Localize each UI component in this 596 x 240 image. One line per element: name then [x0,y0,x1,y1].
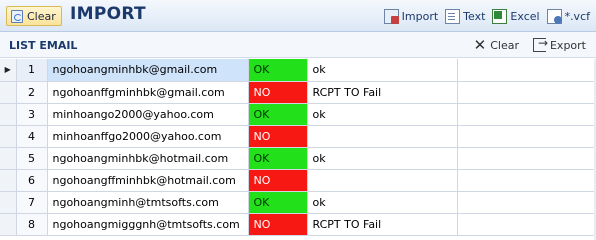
empty-cell [457,125,596,148]
email-cell[interactable]: minhoanffgo2000@yahoo.com [47,125,249,148]
excel-button[interactable]: Excel [492,6,540,26]
top-toolbar: Clear IMPORT Import Text Excel *.vcf [0,0,596,32]
status-cell: OK [248,103,308,126]
import-icon [383,8,399,24]
import-button[interactable]: Import [383,6,439,26]
empty-cell [457,81,596,104]
list-clear-button[interactable]: ✕ Clear [474,37,519,53]
email-cell[interactable]: minhoango2000@yahoo.com [47,103,249,126]
message-cell: ok [307,59,458,82]
vcf-button[interactable]: *.vcf [546,6,590,26]
email-cell[interactable]: ngohoanffgminhbk@gmail.com [47,81,249,104]
table-row[interactable]: ▶ 1 ngohoangminhbk@gmail.com OK ok [0,59,596,82]
table-row[interactable]: 6 ngohoangffminhbk@hotmail.com NO [0,169,596,192]
table-row[interactable]: 5 ngohoangminhbk@hotmail.com OK ok [0,147,596,170]
list-clear-label: Clear [490,38,519,52]
list-header: LIST EMAIL ✕ Clear Export [0,32,596,58]
email-cell[interactable]: ngohoangminhbk@hotmail.com [47,147,249,170]
vcf-label: *.vcf [564,9,590,23]
row-number: 5 [16,147,48,170]
row-indicator[interactable] [0,169,17,192]
row-number: 8 [16,213,48,236]
status-cell: OK [248,191,308,214]
clear-button[interactable]: Clear [6,6,62,26]
row-indicator[interactable] [0,81,17,104]
message-cell: RCPT TO Fail [307,81,458,104]
vcf-icon [546,8,562,24]
text-label: Text [463,9,486,23]
text-file-icon [445,8,461,24]
status-cell: NO [248,125,308,148]
close-icon: ✕ [473,35,487,54]
status-cell: OK [248,147,308,170]
table-row[interactable]: 8 ngohoangmigggnh@tmtsofts.com NO RCPT TO F… [0,213,596,236]
row-indicator[interactable] [0,213,17,236]
row-indicator[interactable] [0,125,17,148]
page-title: IMPORT [70,4,146,24]
status-cell: OK [248,59,308,82]
table-row[interactable]: 4 minhoanffgo2000@yahoo.com NO [0,125,596,148]
excel-icon [492,8,508,24]
empty-cell [457,103,596,126]
email-grid: ▶ 1 ngohoangminhbk@gmail.com OK ok 2 ngohoanff… [0,59,596,236]
message-cell: RCPT TO Fail [307,213,458,236]
empty-cell [457,213,596,236]
excel-label: Excel [510,9,540,23]
message-cell: ok [307,147,458,170]
export-icon [532,36,548,52]
status-cell: NO [248,81,308,104]
row-number: 1 [16,59,48,82]
import-actions: Import Text Excel *.vcf [383,6,590,26]
row-number: 3 [16,103,48,126]
email-cell[interactable]: ngohoangffminhbk@hotmail.com [47,169,249,192]
row-indicator[interactable]: ▶ [0,59,17,82]
import-label: Import [401,9,439,23]
clear-icon [11,9,23,23]
row-number: 7 [16,191,48,214]
row-indicator[interactable] [0,191,17,214]
message-cell: ok [307,191,458,214]
message-cell: ok [307,103,458,126]
status-cell: NO [248,213,308,236]
row-indicator[interactable] [0,103,17,126]
row-indicator[interactable] [0,147,17,170]
email-cell[interactable]: ngohoangmigggnh@tmtsofts.com [47,213,249,236]
status-cell: NO [248,169,308,192]
export-button[interactable]: Export [532,36,586,53]
message-cell [307,169,458,192]
empty-cell [457,59,596,82]
row-number: 2 [16,81,48,104]
table-row[interactable]: 2 ngohoanffgminhbk@gmail.com NO RCPT TO Fai… [0,81,596,104]
table-row[interactable]: 7 ngohoangminh@tmtsofts.com OK ok [0,191,596,214]
empty-cell [457,169,596,192]
row-number: 6 [16,169,48,192]
clear-button-label: Clear [27,9,56,23]
email-cell[interactable]: ngohoangminhbk@gmail.com [47,59,249,82]
row-number: 4 [16,125,48,148]
text-button[interactable]: Text [445,6,485,26]
export-label: Export [549,38,586,52]
table-row[interactable]: 3 minhoango2000@yahoo.com OK ok [0,103,596,126]
message-cell [307,125,458,148]
email-cell[interactable]: ngohoangminh@tmtsofts.com [47,191,249,214]
list-title: LIST EMAIL [9,39,78,52]
list-actions: ✕ Clear Export [474,36,586,53]
empty-cell [457,147,596,170]
empty-cell [457,191,596,214]
